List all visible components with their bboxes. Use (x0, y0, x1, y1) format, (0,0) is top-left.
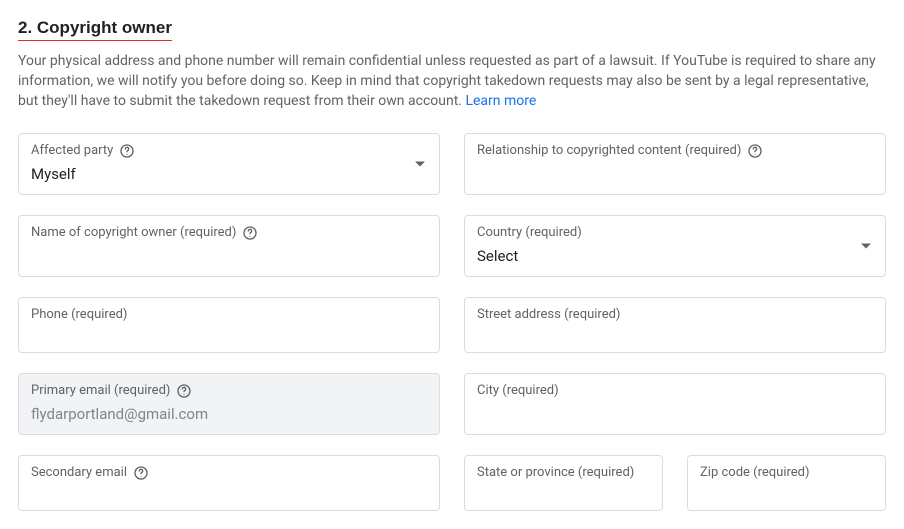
country-value: Select (477, 246, 873, 266)
section-description: Your physical address and phone number w… (18, 51, 886, 111)
country-label: Country (required) (477, 225, 873, 241)
primary-email-value: flydarportland@gmail.com (31, 404, 427, 424)
chevron-down-icon (861, 244, 871, 249)
phone-label: Phone (required) (31, 307, 427, 323)
affected-party-label: Affected party (31, 143, 427, 159)
label-text: Zip code (required) (700, 465, 810, 481)
primary-email-label: Primary email (required) (31, 383, 427, 399)
section-heading: 2. Copyright owner (18, 18, 172, 41)
country-select[interactable]: Country (required) Select (464, 215, 886, 277)
copyright-owner-name-field[interactable]: Name of copyright owner (required) (18, 215, 440, 277)
city-field[interactable]: City (required) (464, 373, 886, 435)
street-address-field[interactable]: Street address (required) (464, 297, 886, 353)
city-label: City (required) (477, 383, 873, 399)
secondary-email-field[interactable]: Secondary email (18, 455, 440, 511)
phone-field[interactable]: Phone (required) (18, 297, 440, 353)
secondary-email-label: Secondary email (31, 465, 427, 481)
label-text: Affected party (31, 143, 113, 159)
primary-email-field: Primary email (required) flydarportland@… (18, 373, 440, 435)
street-address-label: Street address (required) (477, 307, 873, 323)
help-icon[interactable] (119, 143, 135, 159)
label-text: Phone (required) (31, 307, 127, 323)
state-zip-row: State or province (required) Zip code (r… (464, 455, 886, 511)
relationship-field[interactable]: Relationship to copyrighted content (req… (464, 133, 886, 195)
affected-party-select[interactable]: Affected party Myself (18, 133, 440, 195)
help-icon[interactable] (747, 143, 763, 159)
help-icon[interactable] (133, 465, 149, 481)
label-text: City (required) (477, 383, 559, 399)
learn-more-link[interactable]: Learn more (465, 93, 536, 109)
label-text: Street address (required) (477, 307, 620, 323)
label-text: Relationship to copyrighted content (req… (477, 143, 741, 159)
state-field[interactable]: State or province (required) (464, 455, 663, 511)
help-icon[interactable] (242, 225, 258, 241)
copyright-owner-name-label: Name of copyright owner (required) (31, 225, 427, 241)
zip-field[interactable]: Zip code (required) (687, 455, 886, 511)
label-text: Secondary email (31, 465, 127, 481)
relationship-label: Relationship to copyrighted content (req… (477, 143, 873, 159)
help-icon[interactable] (176, 383, 192, 399)
affected-party-value: Myself (31, 164, 427, 184)
label-text: State or province (required) (477, 465, 634, 481)
label-text: Name of copyright owner (required) (31, 225, 236, 241)
section-description-text: Your physical address and phone number w… (18, 53, 876, 109)
label-text: Country (required) (477, 225, 582, 241)
form-grid: Affected party Myself Relationship to co… (18, 133, 886, 511)
state-label: State or province (required) (477, 465, 650, 481)
label-text: Primary email (required) (31, 383, 170, 399)
zip-label: Zip code (required) (700, 465, 873, 481)
chevron-down-icon (415, 162, 425, 167)
